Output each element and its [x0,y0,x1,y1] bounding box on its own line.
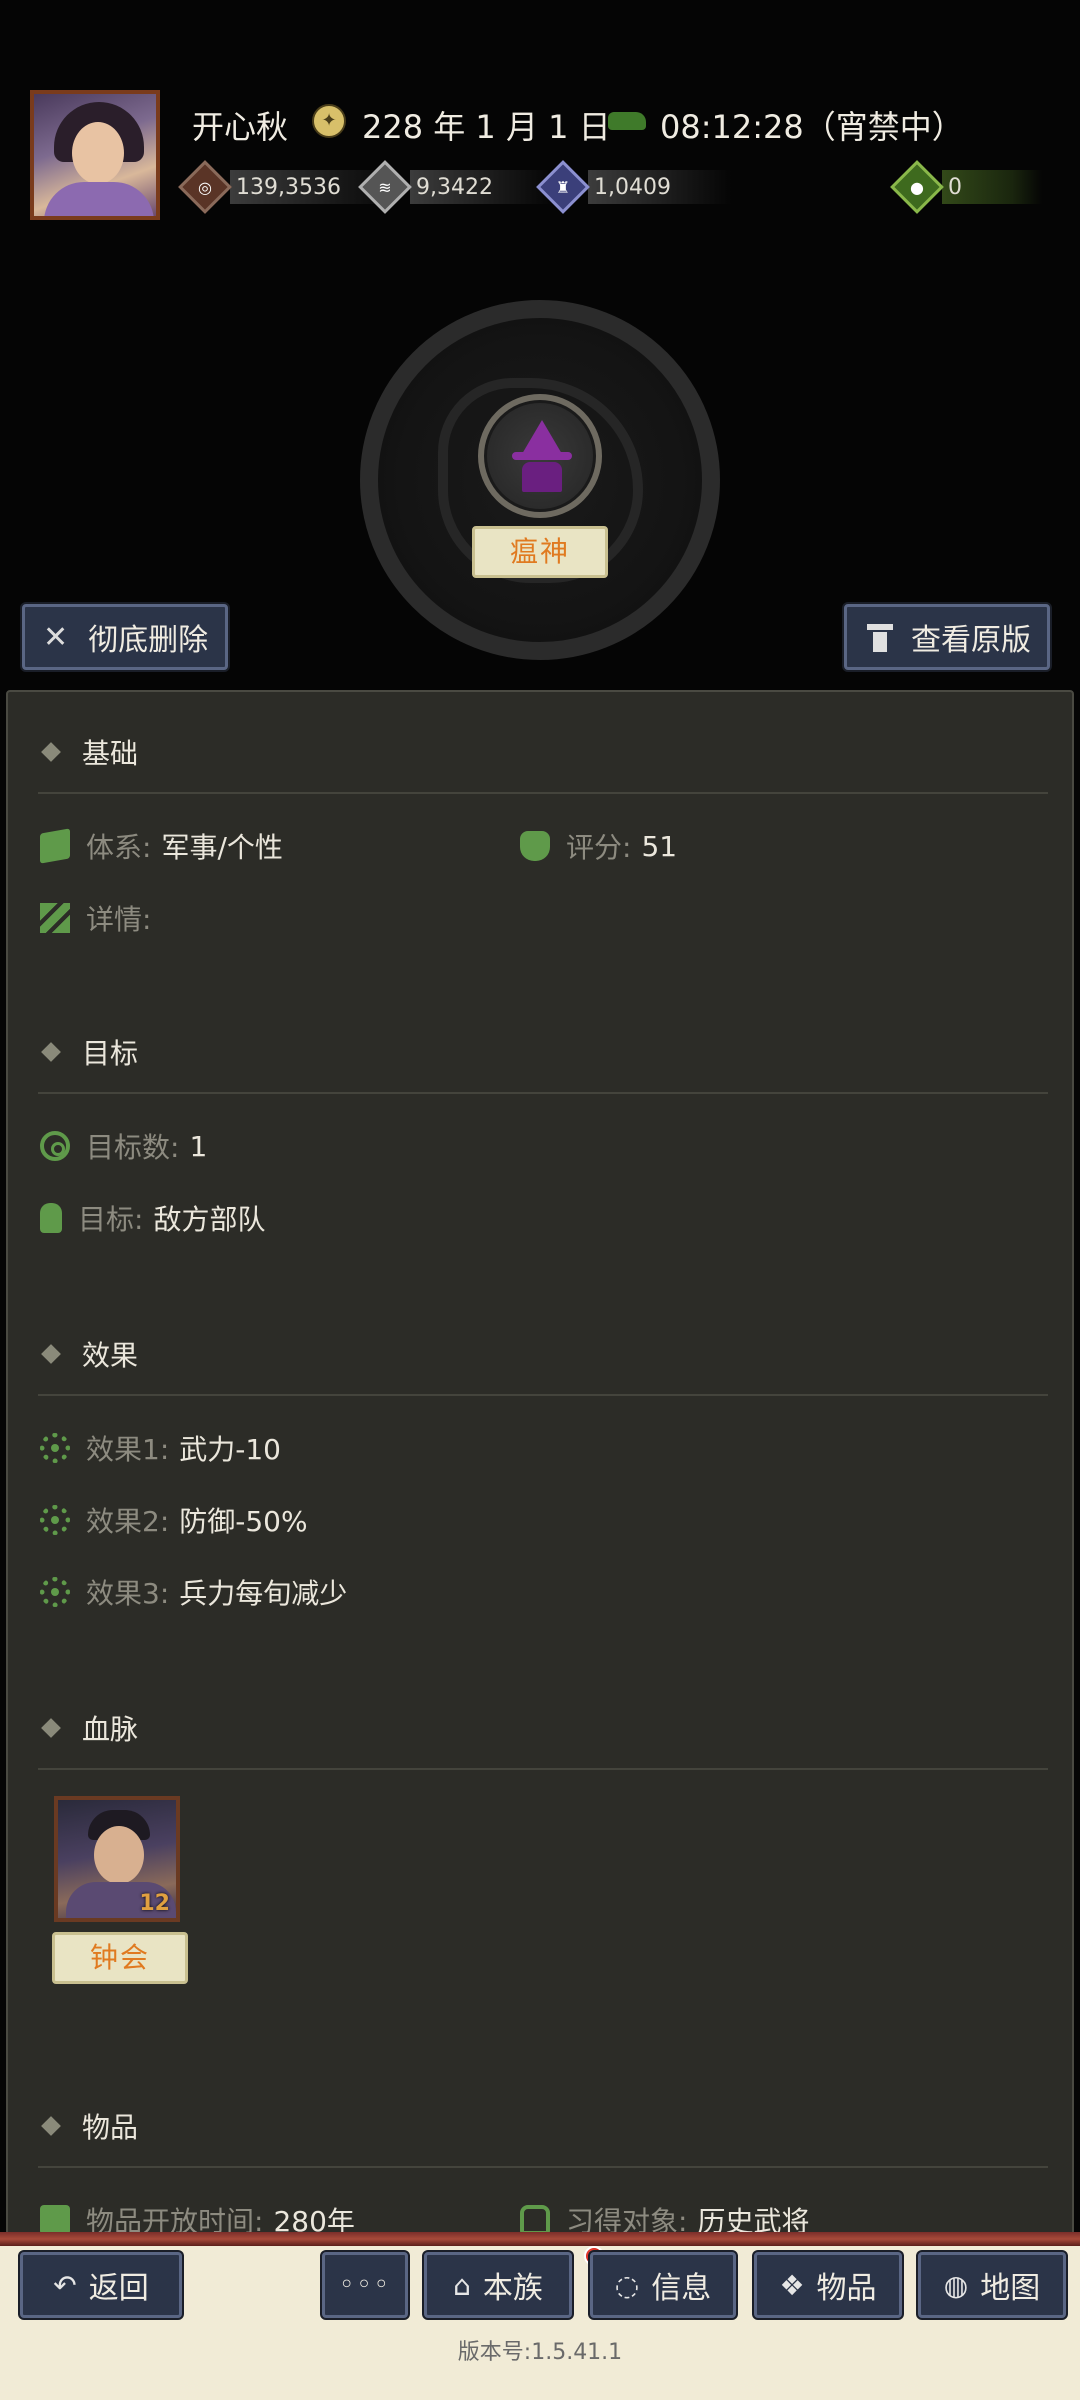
diamond-bullet-icon [41,1344,61,1364]
horse-icon [608,112,646,130]
divider [38,792,1048,794]
score-value: 51 [641,829,678,863]
close-icon: ✕ [43,619,69,655]
game-time: 08:12:28（宵禁中） [660,108,964,146]
divider [38,1092,1048,1094]
cube-icon [40,828,70,864]
effect-row: 效果1: 武力-10 [40,1428,281,1468]
map-button[interactable]: ◍ 地图 [918,2252,1066,2318]
grain-icon: ≋ [358,160,412,214]
bottom-bar-edge [0,2232,1080,2246]
back-button[interactable]: ↶ 返回 [20,2252,182,2318]
section-items-header: 物品 [41,2106,138,2146]
more-dots-icon: ◦◦◦ [338,2270,391,2300]
view-original-label: 查看原版 [911,623,1031,658]
version-label: 版本号:1.5.41.1 [457,2340,623,2365]
more-button[interactable]: ◦◦◦ [322,2252,408,2318]
gear-icon [40,1505,70,1535]
calendar-seal-icon: ✦ [312,104,346,138]
target-value: 敌方部队 [153,1203,266,1236]
detail-icon [40,903,70,933]
system-value: 军事/个性 [161,831,283,864]
troops-value: 1,0409 [588,170,731,204]
section-bloodline-header: 血脉 [41,1708,138,1748]
diamond-bullet-icon [41,1718,61,1738]
items-button[interactable]: ❖ 物品 [754,2252,902,2318]
grain-value: 9,3422 [410,170,553,204]
delete-permanently-button[interactable]: ✕ 彻底删除 [22,604,228,670]
resource-grain[interactable]: ≋ 9,3422 [358,160,553,214]
resource-troops[interactable]: ♜ 1,0409 [536,160,731,214]
effect-row: 效果2: 防御-50% [40,1500,308,1540]
clan-icon: ⌂ [453,2268,471,2302]
player-avatar[interactable] [30,90,160,220]
effect-row: 效果3: 兵力每旬减少 [40,1572,347,1612]
learn-icon [520,2205,550,2235]
target-count-value: 1 [189,1129,208,1163]
diamond-bullet-icon [41,742,61,762]
score-row: 评分: 51 [520,826,677,866]
chat-bubble-icon: ◌ [614,2268,640,2302]
section-target-header: 目标 [41,1032,138,1072]
troops-icon: ♜ [536,160,590,214]
plague-god-icon [478,394,602,518]
divider [38,1394,1048,1396]
gems-value: 0 [942,170,1042,204]
hero-name-tag[interactable]: 钟会 [52,1932,188,1984]
top-status-bar: 开心秋 ✦ 228 年 1 月 1 日 08:12:28（宵禁中） ◎ 139,… [0,0,1080,230]
info-button[interactable]: ◌ 信息 [590,2252,736,2318]
target-count-row: 目标数: 1 [40,1126,207,1166]
game-date: 228 年 1 月 1 日 [362,108,611,146]
avatar-face [72,122,124,184]
avatar-robe [44,182,154,216]
back-arrow-icon: ↶ [53,2268,77,2302]
clan-button[interactable]: ⌂ 本族 [424,2252,572,2318]
divider [38,2166,1048,2168]
pawn-icon [40,1203,62,1233]
diamond-bullet-icon [41,1042,61,1062]
delete-button-label: 彻底删除 [88,623,209,658]
original-version-icon [863,620,897,654]
coin-icon: ◎ [178,160,232,214]
wizard-glyph [512,420,572,492]
score-icon [520,831,550,861]
system-row: 体系: 军事/个性 [40,826,283,866]
player-name: 开心秋 [192,108,289,146]
section-basic-header: 基础 [41,732,138,772]
hero-level: 12 [139,1891,170,1916]
globe-icon: ◍ [943,2268,969,2302]
detail-row: 详情: [40,898,161,938]
items-icon: ❖ [779,2268,805,2302]
gear-icon [40,1433,70,1463]
divider [38,1768,1048,1770]
skill-detail-panel: 基础 体系: 军事/个性 评分: 51 详情: 目标 目标数: 1 目标: 敌方… [6,690,1074,2250]
gear-icon [40,1577,70,1607]
target-row: 目标: 敌方部队 [40,1198,265,1238]
hero-portrait[interactable]: 12 [54,1796,180,1922]
view-original-button[interactable]: 查看原版 [844,604,1050,670]
skill-name-tag: 瘟神 [472,526,608,578]
item-icon [40,2205,70,2235]
resource-gems[interactable]: ● 0 [890,160,1042,214]
section-effects-header: 效果 [41,1334,138,1374]
gem-pouch-icon: ● [890,160,944,214]
target-icon [40,1131,70,1161]
diamond-bullet-icon [41,2116,61,2136]
